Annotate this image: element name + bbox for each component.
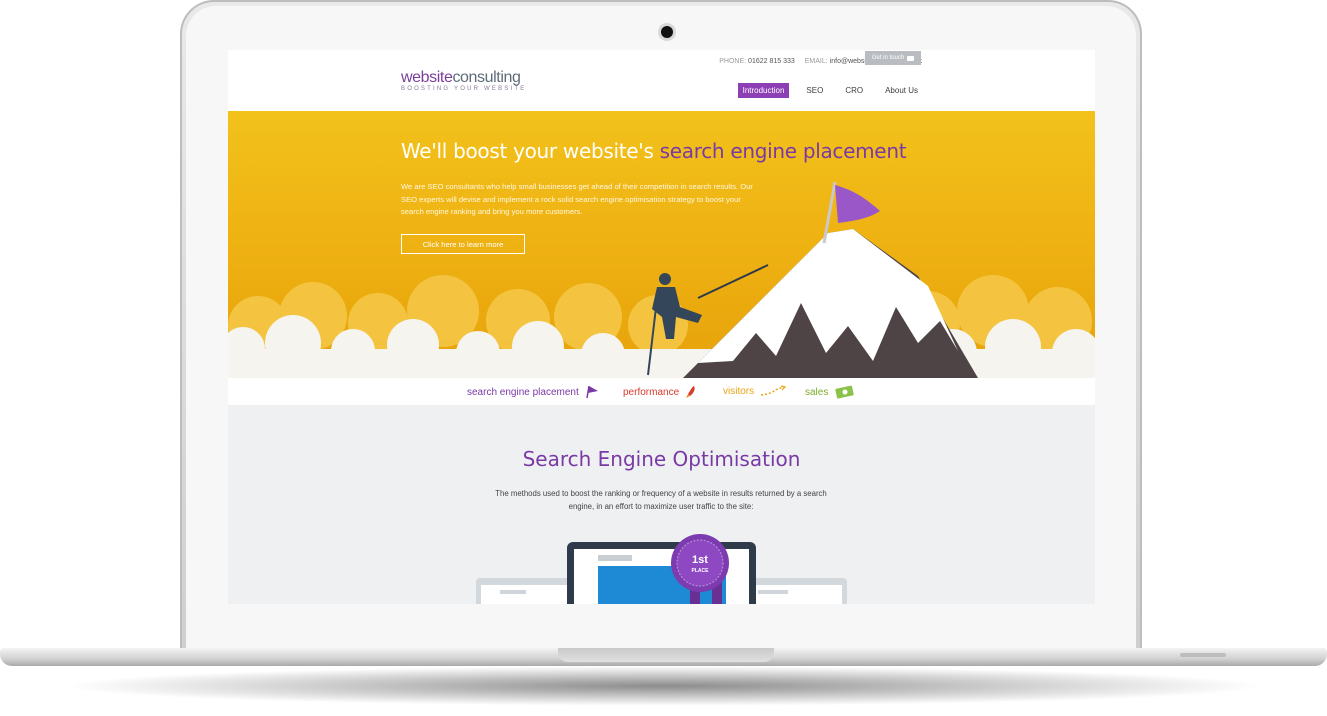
center-monitor <box>567 542 756 604</box>
badge-first-text: 1st <box>692 554 708 566</box>
badge-place-text: PLACE <box>692 568 710 574</box>
laptop-shadow <box>60 666 1267 706</box>
laptop-side-indent <box>1180 653 1226 657</box>
monitors-illustration: 1st PLACE <box>476 534 847 604</box>
camera-icon <box>661 26 673 38</box>
website-screen: PHONE: 01622 815 333 EMAIL: info@website… <box>228 50 1095 604</box>
laptop-hinge <box>558 648 774 662</box>
